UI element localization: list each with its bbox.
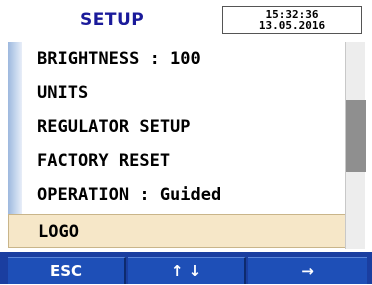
clock-date: 13.05.2016: [258, 19, 326, 32]
scrollbar-thumb[interactable]: [346, 100, 366, 172]
header: SETUP 15:32:36 13.05.2016: [8, 6, 365, 36]
softkey-bar: ESC ↑ ↓ →: [0, 252, 372, 284]
setup-screen: SETUP 15:32:36 13.05.2016 BRIGHTNESS : 1…: [0, 0, 372, 284]
menu-item-factory-reset[interactable]: FACTORY RESET: [22, 144, 344, 178]
menu-item-units[interactable]: UNITS: [22, 76, 344, 110]
enter-arrow-button[interactable]: →: [248, 257, 367, 284]
menu-scrollbar[interactable]: [345, 42, 366, 249]
setup-menu: BRIGHTNESS : 100 UNITS REGULATOR SETUP F…: [8, 42, 363, 252]
menu-item-logo[interactable]: LOGO: [8, 214, 363, 248]
esc-button[interactable]: ESC: [8, 257, 126, 284]
menu-item-regulator-setup[interactable]: REGULATOR SETUP: [22, 110, 344, 144]
page-title: SETUP: [80, 10, 145, 30]
clock-display: 15:32:36 13.05.2016: [222, 6, 362, 34]
up-down-button[interactable]: ↑ ↓: [128, 257, 246, 284]
menu-item-operation[interactable]: OPERATION : Guided: [22, 178, 344, 212]
menu-item-brightness[interactable]: BRIGHTNESS : 100: [22, 42, 344, 76]
menu-side-rail: [8, 42, 22, 240]
